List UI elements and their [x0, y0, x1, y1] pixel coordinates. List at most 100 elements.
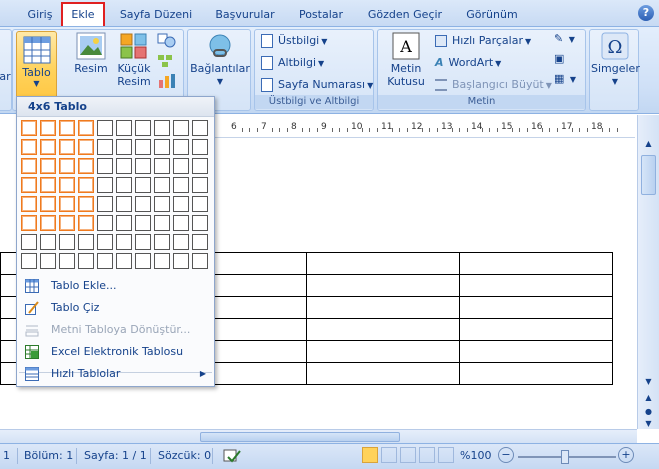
- quick-tables-menu-item[interactable]: Hızlı Tablolar ▶: [17, 363, 214, 385]
- page-number-button[interactable]: Sayfa Numarası ▼: [261, 75, 373, 95]
- table-grid-cell[interactable]: [192, 253, 208, 269]
- table-grid-cell[interactable]: [97, 215, 113, 231]
- print-layout-view-icon[interactable]: [362, 447, 378, 463]
- table-cell[interactable]: [306, 296, 460, 319]
- picture-button[interactable]: Resim: [71, 32, 111, 75]
- horizontal-ruler[interactable]: 6 7 8 9 10 11 12 13 14 15 16 17 18: [210, 118, 635, 138]
- table-grid-cell[interactable]: [59, 139, 75, 155]
- table-grid-cell[interactable]: [21, 215, 37, 231]
- vertical-scroll-thumb[interactable]: [641, 155, 656, 195]
- table-grid-cell[interactable]: [97, 253, 113, 269]
- shapes-icon[interactable]: [156, 32, 178, 50]
- table-grid-cell[interactable]: [154, 177, 170, 193]
- dropcap-button[interactable]: Başlangıcı Büyüt ▼: [435, 75, 552, 95]
- wordart-button[interactable]: A WordArt ▼: [435, 53, 501, 73]
- previous-page-icon[interactable]: ▲: [641, 391, 656, 405]
- table-cell[interactable]: [459, 296, 613, 319]
- table-grid-cell[interactable]: [21, 234, 37, 250]
- table-cell[interactable]: [459, 318, 613, 341]
- table-grid-cell[interactable]: [78, 196, 94, 212]
- table-grid-cell[interactable]: [59, 196, 75, 212]
- links-button[interactable]: Bağlantılar ▼: [190, 32, 250, 88]
- table-grid-cell[interactable]: [173, 234, 189, 250]
- table-grid-cell[interactable]: [97, 139, 113, 155]
- smartart-icon[interactable]: [156, 52, 178, 70]
- table-grid-cell[interactable]: [154, 196, 170, 212]
- table-grid-cell[interactable]: [116, 158, 132, 174]
- tab-gorunum[interactable]: Görünüm: [458, 6, 526, 26]
- table-grid-cell[interactable]: [135, 139, 151, 155]
- table-grid-cell[interactable]: [40, 196, 56, 212]
- table-grid-cell[interactable]: [116, 234, 132, 250]
- table-grid-cell[interactable]: [40, 120, 56, 136]
- table-grid-cell[interactable]: [192, 215, 208, 231]
- status-page-number[interactable]: 1: [3, 449, 10, 462]
- table-grid-cell[interactable]: [59, 158, 75, 174]
- table-grid-cell[interactable]: [173, 177, 189, 193]
- table-grid-cell[interactable]: [40, 177, 56, 193]
- table-grid-cell[interactable]: [154, 215, 170, 231]
- header-button[interactable]: Üstbilgi ▼: [261, 31, 327, 51]
- status-page[interactable]: Sayfa: 1 / 1: [84, 449, 147, 462]
- table-grid-cell[interactable]: [173, 120, 189, 136]
- table-grid-cell[interactable]: [192, 177, 208, 193]
- clipart-button[interactable]: Küçük Resim: [114, 32, 154, 88]
- help-button[interactable]: ?: [638, 5, 654, 21]
- table-grid-cell[interactable]: [40, 158, 56, 174]
- tab-postalar[interactable]: Postalar: [290, 6, 352, 26]
- table-grid-cell[interactable]: [97, 158, 113, 174]
- table-grid-cell[interactable]: [135, 158, 151, 174]
- table-grid-cell[interactable]: [154, 120, 170, 136]
- zoom-in-icon[interactable]: +: [618, 447, 634, 463]
- table-grid-cell[interactable]: [40, 234, 56, 250]
- table-cell[interactable]: [306, 362, 460, 385]
- table-grid-cell[interactable]: [59, 253, 75, 269]
- signature-line-icon[interactable]: ✎ ▼: [554, 32, 582, 52]
- table-grid-cell[interactable]: [116, 196, 132, 212]
- table-grid-cell[interactable]: [173, 253, 189, 269]
- table-grid-cell[interactable]: [78, 234, 94, 250]
- outline-view-icon[interactable]: [419, 447, 435, 463]
- table-grid-cell[interactable]: [97, 120, 113, 136]
- table-grid-cell[interactable]: [78, 253, 94, 269]
- table-grid-cell[interactable]: [192, 158, 208, 174]
- table-grid-cell[interactable]: [97, 177, 113, 193]
- table-cell[interactable]: [459, 252, 613, 275]
- table-grid-cell[interactable]: [21, 139, 37, 155]
- table-cell[interactable]: [459, 340, 613, 363]
- table-grid-cell[interactable]: [173, 158, 189, 174]
- vertical-scrollbar[interactable]: ▲ ▼ ▲ ● ▼: [637, 115, 659, 429]
- excel-spreadsheet-menu-item[interactable]: Excel Elektronik Tablosu: [17, 341, 214, 363]
- table-grid-cell[interactable]: [135, 120, 151, 136]
- draft-view-icon[interactable]: [438, 447, 454, 463]
- scroll-down-icon[interactable]: ▼: [641, 375, 656, 389]
- table-cell[interactable]: [306, 340, 460, 363]
- table-grid-cell[interactable]: [59, 215, 75, 231]
- zoom-level[interactable]: %100: [460, 449, 491, 462]
- table-grid-cell[interactable]: [40, 139, 56, 155]
- table-cell[interactable]: [459, 274, 613, 297]
- table-grid-cell[interactable]: [21, 177, 37, 193]
- table-grid-cell[interactable]: [192, 139, 208, 155]
- table-grid-cell[interactable]: [173, 196, 189, 212]
- table-grid-cell[interactable]: [21, 120, 37, 136]
- table-grid-cell[interactable]: [78, 120, 94, 136]
- partial-button[interactable]: ar: [0, 70, 11, 83]
- table-grid-cell[interactable]: [154, 234, 170, 250]
- table-grid-cell[interactable]: [21, 196, 37, 212]
- horizontal-scroll-thumb[interactable]: [200, 432, 400, 442]
- symbols-button[interactable]: Ω Simgeler ▼: [591, 32, 640, 88]
- tab-giris[interactable]: Giriş: [20, 6, 60, 26]
- date-time-icon[interactable]: ▣: [554, 52, 582, 72]
- table-grid-cell[interactable]: [116, 120, 132, 136]
- table-grid-cell[interactable]: [116, 139, 132, 155]
- status-word-count[interactable]: Sözcük: 0: [158, 449, 211, 462]
- full-screen-reading-view-icon[interactable]: [381, 447, 397, 463]
- table-grid-cell[interactable]: [40, 253, 56, 269]
- tab-sayfa-duzeni[interactable]: Sayfa Düzeni: [112, 6, 200, 26]
- table-cell[interactable]: [306, 274, 460, 297]
- table-grid-cell[interactable]: [192, 120, 208, 136]
- tab-gozden-gecir[interactable]: Gözden Geçir: [362, 6, 448, 26]
- chart-icon[interactable]: [156, 72, 178, 90]
- table-grid-cell[interactable]: [21, 158, 37, 174]
